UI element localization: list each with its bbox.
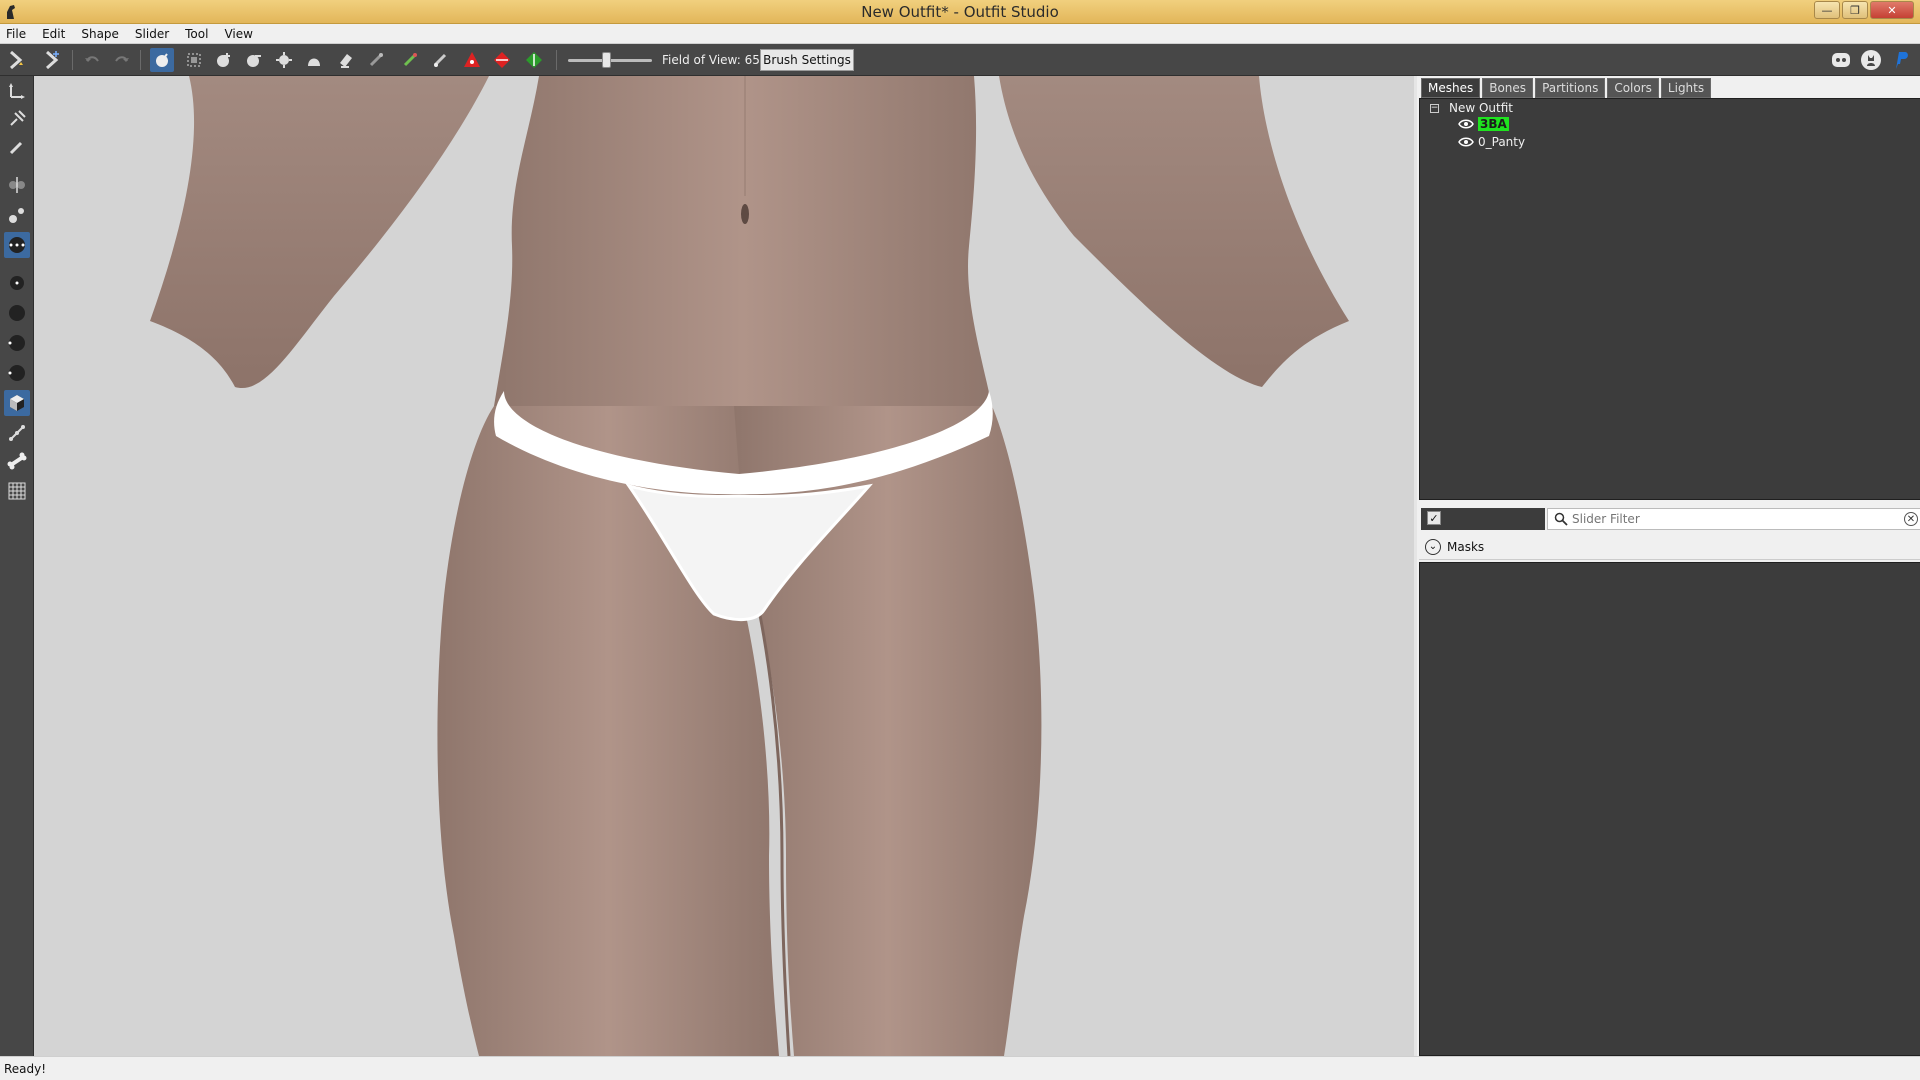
transform-icon[interactable] <box>4 78 30 104</box>
load-reference-icon[interactable] <box>40 48 64 72</box>
eye-icon[interactable] <box>1458 137 1474 147</box>
mesh-label-3ba: 3BA <box>1478 117 1509 131</box>
pivot-icon[interactable] <box>4 106 30 132</box>
chevron-down-icon[interactable]: ⌄ <box>1425 538 1441 555</box>
inflate-brush-icon[interactable] <box>212 48 236 72</box>
status-bar: Ready! <box>0 1056 1920 1080</box>
left-arm <box>150 76 489 389</box>
menu-view[interactable]: View <box>224 27 252 41</box>
mesh-tree: − New Outfit 3BA 0_Panty <box>1419 98 1920 500</box>
torso <box>494 76 992 406</box>
wireframe-icon[interactable] <box>4 478 30 504</box>
tab-lights[interactable]: Lights <box>1660 78 1712 98</box>
undiff-brush-icon[interactable] <box>334 48 358 72</box>
tree-item-3ba[interactable]: 3BA <box>1458 117 1509 131</box>
slider-filter-box: ✕ <box>1547 508 1920 530</box>
tab-bones[interactable]: Bones <box>1482 78 1534 98</box>
axis-red-icon[interactable] <box>460 48 484 72</box>
slider-header: ✓ ✕ <box>1419 508 1920 530</box>
brush-settings-button[interactable]: Brush Settings <box>760 49 854 71</box>
brush-size-2-icon[interactable] <box>4 300 30 326</box>
close-button[interactable]: ✕ <box>1870 1 1914 19</box>
eye-icon[interactable] <box>1458 119 1474 129</box>
mesh-label-panty: 0_Panty <box>1478 135 1526 149</box>
deflate-brush-icon[interactable] <box>242 48 266 72</box>
axis-diamond-icon[interactable] <box>490 48 514 72</box>
tree-item-panty[interactable]: 0_Panty <box>1458 135 1525 149</box>
new-project-icon[interactable] <box>4 48 28 72</box>
vertex-points-icon[interactable] <box>4 232 30 258</box>
clear-filter-icon[interactable]: ✕ <box>1904 512 1918 526</box>
select-all-checkbox[interactable]: ✓ <box>1427 511 1441 525</box>
move-brush-icon[interactable] <box>272 48 296 72</box>
menu-slider[interactable]: Slider <box>135 27 169 41</box>
left-toolbar <box>0 76 34 1056</box>
menu-edit[interactable]: Edit <box>42 27 65 41</box>
tab-partitions[interactable]: Partitions <box>1535 78 1606 98</box>
right-panel: Meshes Bones Partitions Colors Lights − … <box>1414 76 1920 1056</box>
discord-icon[interactable] <box>1830 49 1852 71</box>
menu-file[interactable]: File <box>6 27 26 41</box>
tab-meshes[interactable]: Meshes <box>1421 78 1481 98</box>
bone-icon[interactable] <box>4 448 30 474</box>
model-render <box>150 76 1349 1056</box>
tab-colors[interactable]: Colors <box>1607 78 1659 98</box>
title-bar: New Outfit* - Outfit Studio — ❐ ✕ <box>0 0 1920 24</box>
tree-root-label: New Outfit <box>1449 101 1514 115</box>
slider-list <box>1419 562 1920 1056</box>
select-tool-icon[interactable] <box>150 48 174 72</box>
paypal-icon[interactable] <box>1890 49 1912 71</box>
color-brush-icon[interactable] <box>428 48 452 72</box>
axis-green-icon[interactable] <box>522 48 546 72</box>
collapse-icon[interactable]: − <box>1430 103 1439 113</box>
tree-root[interactable]: − New Outfit <box>1430 101 1513 115</box>
brush-size-1-icon[interactable] <box>4 270 30 296</box>
cube-icon[interactable] <box>4 390 30 416</box>
search-icon <box>1554 512 1568 526</box>
minimize-button[interactable]: — <box>1814 1 1840 19</box>
panel-tabs: Meshes Bones Partitions Colors Lights <box>1421 78 1712 98</box>
brush-size-3-icon[interactable] <box>4 330 30 356</box>
main-toolbar: Field of View: 65 Brush Settings <box>0 44 1920 76</box>
mirror-icon[interactable] <box>4 172 30 198</box>
status-text: Ready! <box>4 1062 47 1076</box>
menu-bar: File Edit Shape Slider Tool View <box>0 24 1920 44</box>
restore-button[interactable]: ❐ <box>1842 1 1868 19</box>
mask-select-icon[interactable] <box>182 48 206 72</box>
menu-shape[interactable]: Shape <box>81 27 119 41</box>
slider-filter-input[interactable] <box>1572 511 1892 527</box>
3d-viewport[interactable] <box>34 76 1414 1056</box>
fov-label: Field of View: 65 <box>662 53 760 67</box>
vertex-select-icon[interactable] <box>4 202 30 228</box>
erase-icon[interactable] <box>364 48 388 72</box>
undo-icon[interactable] <box>80 48 104 72</box>
window-title: New Outfit* - Outfit Studio <box>861 3 1059 21</box>
redo-icon[interactable] <box>110 48 134 72</box>
pencil-icon[interactable] <box>4 134 30 160</box>
github-icon[interactable] <box>1860 49 1882 71</box>
right-arm <box>999 76 1349 387</box>
fov-slider-thumb[interactable] <box>602 52 611 68</box>
masks-row[interactable]: ⌄ Masks <box>1419 534 1920 560</box>
bone-pose-icon[interactable] <box>4 420 30 446</box>
smooth-brush-icon[interactable] <box>302 48 326 72</box>
weight-brush-icon[interactable] <box>398 48 422 72</box>
masks-label: Masks <box>1447 539 1485 554</box>
menu-tool[interactable]: Tool <box>185 27 208 41</box>
brush-size-4-icon[interactable] <box>4 360 30 386</box>
